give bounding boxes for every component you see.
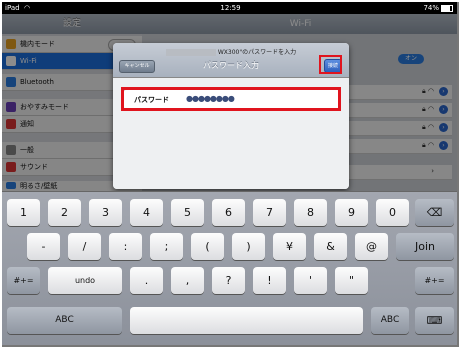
symbols-key-right[interactable]: #+= bbox=[415, 267, 454, 294]
key-yen[interactable]: ¥ bbox=[273, 233, 306, 260]
key-open-paren[interactable]: ( bbox=[191, 233, 224, 260]
key-at[interactable]: @ bbox=[355, 233, 388, 260]
dialog-prompt-text: WX300"のパスワードを入力 bbox=[217, 49, 297, 56]
key-slash[interactable]: / bbox=[68, 233, 101, 260]
key-hyphen[interactable]: - bbox=[27, 233, 60, 260]
key-question[interactable]: ? bbox=[212, 267, 245, 294]
key-quote[interactable]: " bbox=[335, 267, 368, 294]
symbols-key-left[interactable]: #+= bbox=[7, 267, 40, 294]
key-0[interactable]: 0 bbox=[376, 199, 409, 226]
key-apostrophe[interactable]: ' bbox=[294, 267, 327, 294]
abc-key-right[interactable]: ABC bbox=[371, 307, 409, 334]
key-9[interactable]: 9 bbox=[335, 199, 368, 226]
battery-percent: 74% bbox=[423, 4, 439, 12]
backspace-key[interactable]: ⌫ bbox=[415, 199, 454, 226]
key-8[interactable]: 8 bbox=[294, 199, 327, 226]
key-4[interactable]: 4 bbox=[130, 199, 163, 226]
key-colon[interactable]: : bbox=[109, 233, 142, 260]
password-dialog: WX300"のパスワードを入力 パスワード入力 キャンセル 接続 パスワード ●… bbox=[113, 43, 349, 189]
join-key[interactable]: Join bbox=[396, 233, 454, 260]
battery-indicator: 74% bbox=[423, 4, 453, 12]
clock: 12:59 bbox=[220, 4, 241, 12]
onscreen-keyboard: 1 2 3 4 5 6 7 8 9 0 ⌫ - / : ; ( ) ¥ & @ … bbox=[2, 191, 457, 345]
key-ampersand[interactable]: & bbox=[314, 233, 347, 260]
key-period[interactable]: . bbox=[130, 267, 163, 294]
dialog-prompt: WX300"のパスワードを入力 bbox=[113, 47, 349, 56]
cancel-button[interactable]: キャンセル bbox=[119, 60, 155, 73]
redacted-network-name bbox=[165, 49, 216, 56]
key-6[interactable]: 6 bbox=[212, 199, 245, 226]
key-exclamation[interactable]: ! bbox=[253, 267, 286, 294]
dialog-header: WX300"のパスワードを入力 パスワード入力 キャンセル 接続 bbox=[113, 43, 349, 78]
key-7[interactable]: 7 bbox=[253, 199, 286, 226]
ipad-screen: iPad ◠ 12:59 74% 設定 機内モード Wi-Fi Bluetoot… bbox=[2, 2, 459, 347]
key-close-paren[interactable]: ) bbox=[232, 233, 265, 260]
key-5[interactable]: 5 bbox=[171, 199, 204, 226]
password-field-highlight bbox=[121, 87, 341, 111]
space-key[interactable] bbox=[130, 307, 363, 334]
key-comma[interactable]: , bbox=[171, 267, 204, 294]
key-1[interactable]: 1 bbox=[7, 199, 40, 226]
key-semicolon[interactable]: ; bbox=[150, 233, 183, 260]
join-highlight bbox=[319, 55, 342, 74]
battery-icon bbox=[441, 4, 453, 12]
key-3[interactable]: 3 bbox=[89, 199, 122, 226]
key-2[interactable]: 2 bbox=[48, 199, 81, 226]
abc-key-left[interactable]: ABC bbox=[7, 307, 122, 334]
undo-key[interactable]: undo bbox=[48, 267, 122, 294]
keyboard-dismiss-icon[interactable]: ⌨ bbox=[415, 307, 454, 334]
status-bar: iPad ◠ 12:59 74% bbox=[2, 2, 457, 14]
